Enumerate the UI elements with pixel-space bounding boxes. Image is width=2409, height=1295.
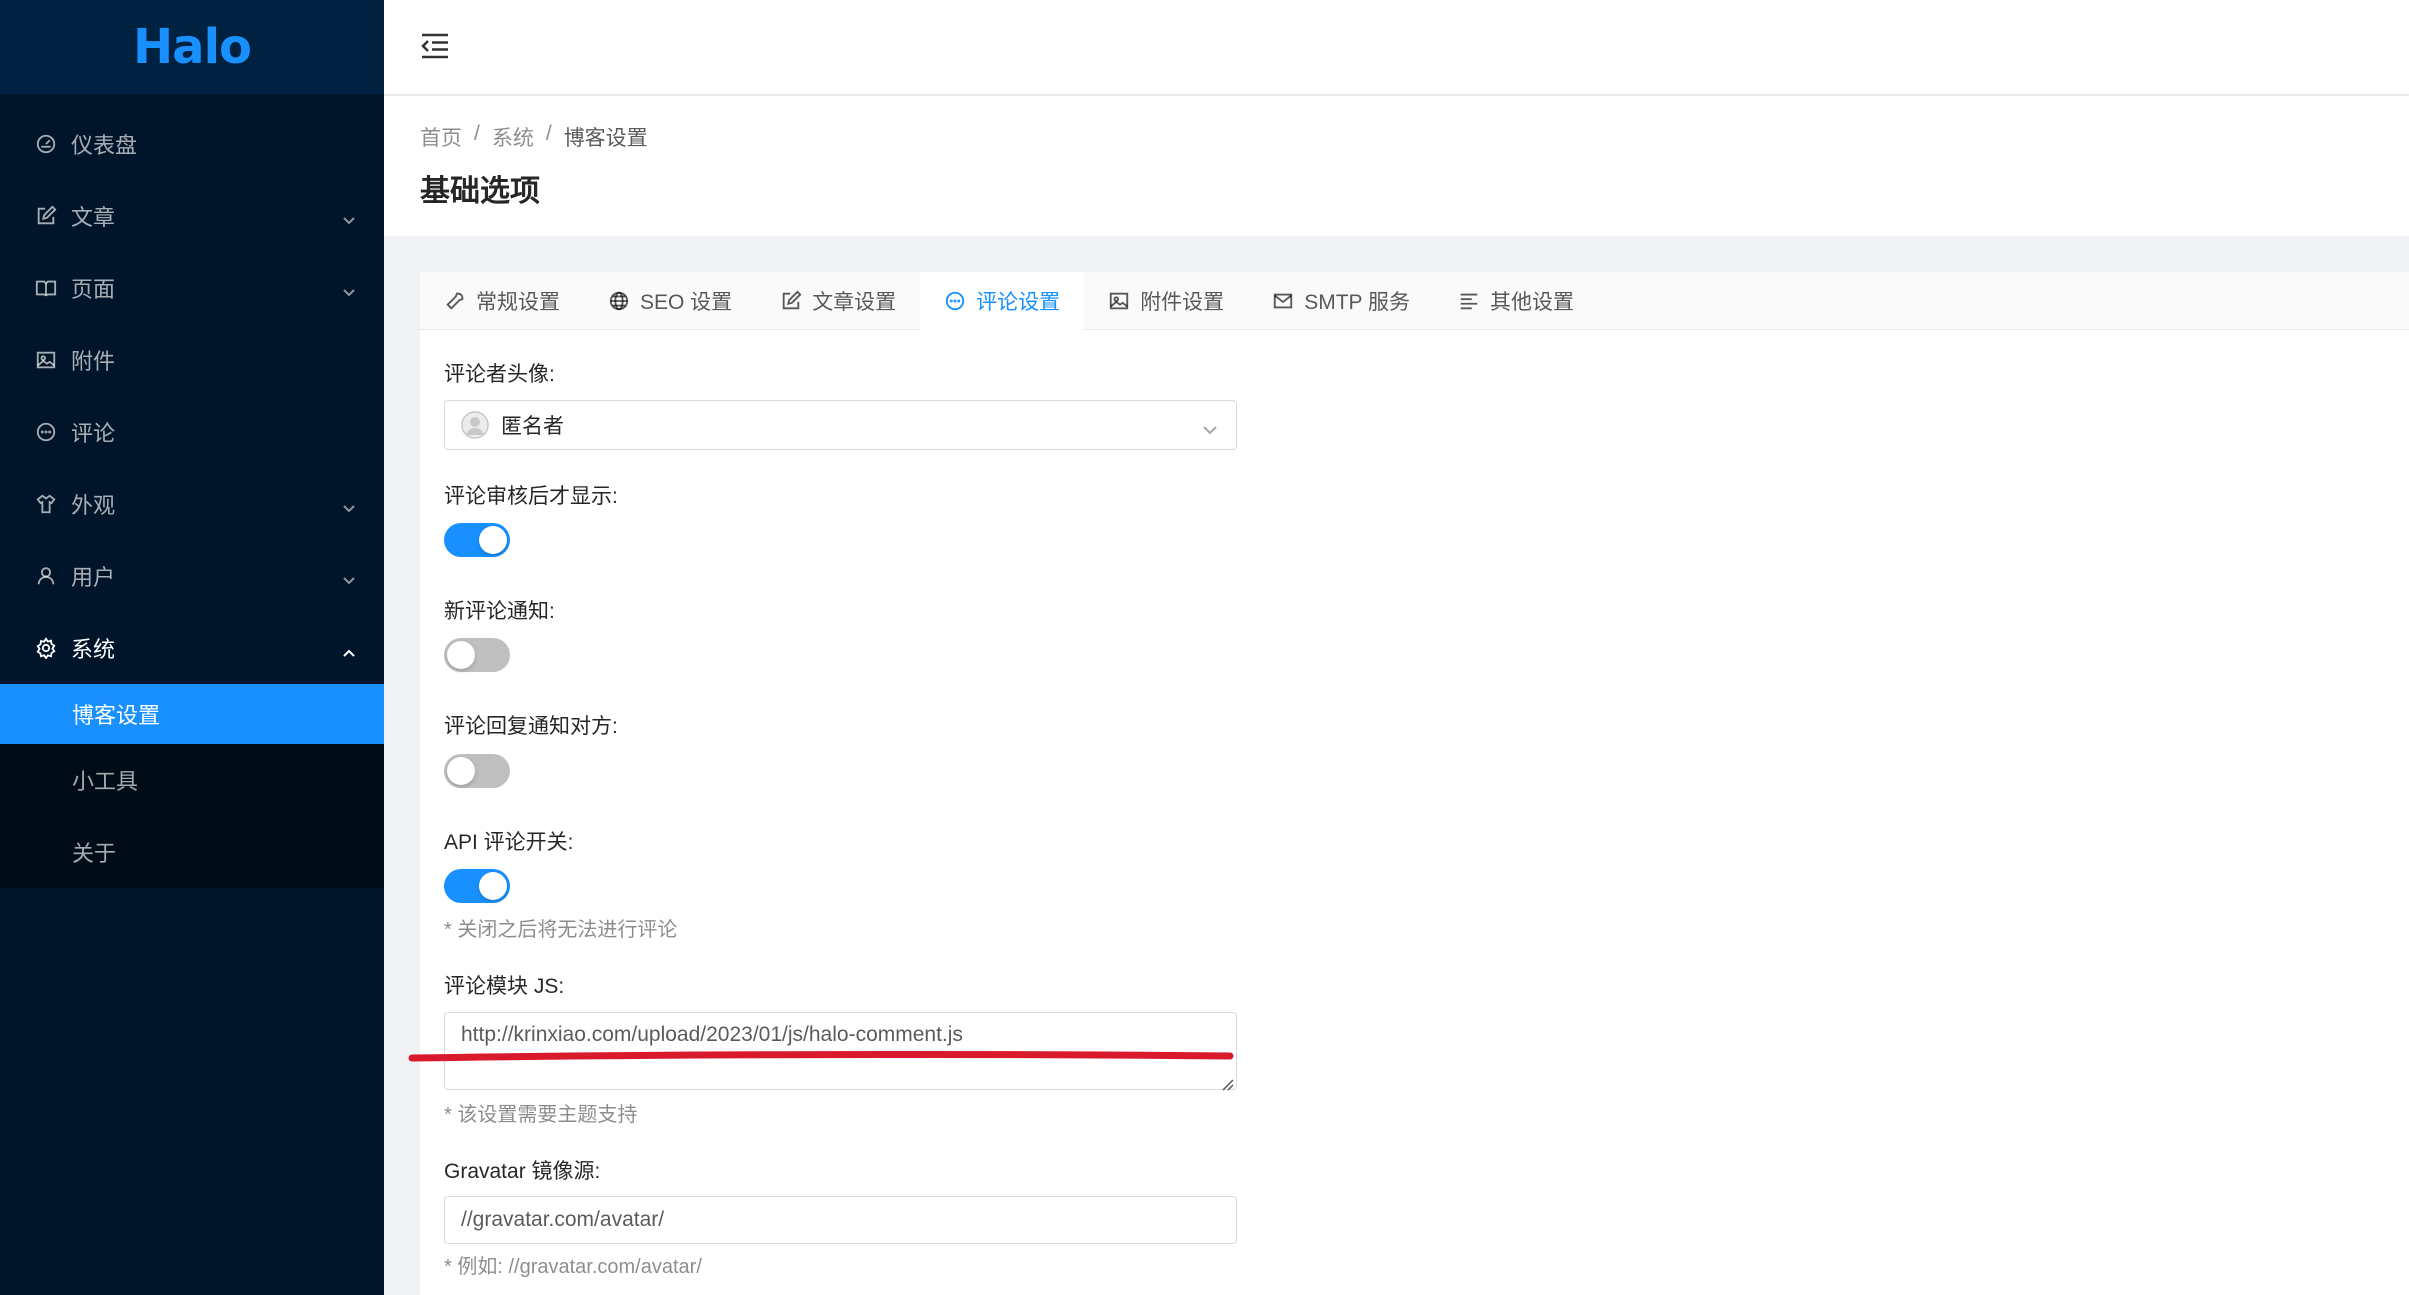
annotation-stroke	[408, 1051, 1234, 1062]
message-icon	[35, 421, 57, 443]
submenu-item-widgets[interactable]: 小工具	[0, 744, 384, 816]
user-icon	[35, 565, 57, 587]
sidebar-item-label: 用户	[71, 565, 116, 590]
tab-comments[interactable]: 评论设置	[920, 272, 1085, 330]
chevron-down-icon	[342, 208, 356, 234]
picture-icon	[35, 349, 57, 371]
tab-label: 其他设置	[1489, 291, 1574, 314]
sidebar-item-label: 系统	[71, 637, 116, 662]
edit-icon	[35, 205, 57, 227]
new-comment-notify-label: 新评论通知:	[444, 600, 555, 623]
api-comment-toggle[interactable]	[444, 869, 510, 903]
sidebar: Halo 仪表盘 文章 页面 附件 评论 外观 用户 系统 博客设置 小工具 关…	[0, 0, 384, 1295]
tab-smtp[interactable]: SMTP 服务	[1248, 272, 1434, 330]
sidebar-item-users[interactable]: 用户	[0, 540, 384, 612]
tab-seo[interactable]: SEO 设置	[584, 272, 756, 330]
review-toggle[interactable]	[444, 523, 510, 557]
tab-general[interactable]: 常规设置	[420, 272, 584, 330]
tab-label: 文章设置	[812, 291, 897, 314]
tab-label: 附件设置	[1140, 291, 1225, 314]
reply-notify-label: 评论回复通知对方:	[444, 715, 618, 738]
tool-icon	[446, 292, 464, 310]
settings-tabs: 常规设置 SEO 设置 文章设置 评论设置 附件设置 SMTP 服务 其他设置	[420, 272, 2409, 330]
comment-js-value: http://krinxiao.com/upload/2023/01/js/ha…	[461, 1023, 963, 1046]
api-comment-label: API 评论开关:	[444, 831, 574, 854]
gravatar-label: Gravatar 镜像源:	[444, 1160, 601, 1183]
tab-posts[interactable]: 文章设置	[756, 272, 920, 330]
gravatar-help: * 例如: //gravatar.com/avatar/	[444, 1256, 702, 1278]
sidebar-item-comments[interactable]: 评论	[0, 396, 384, 468]
gravatar-value: //gravatar.com/avatar/	[461, 1208, 665, 1231]
settings-card: 常规设置 SEO 设置 文章设置 评论设置 附件设置 SMTP 服务 其他设置 …	[420, 272, 2409, 1295]
sidebar-item-system[interactable]: 系统	[0, 612, 384, 684]
page-header: 首页 / 系统 / 博客设置 基础选项	[384, 96, 2409, 236]
sidebar-menu: 仪表盘 文章 页面 附件 评论 外观 用户 系统 博客设置 小工具 关于	[0, 94, 384, 888]
page-title: 基础选项	[420, 175, 540, 208]
anonymous-avatar-icon	[461, 411, 489, 439]
setting-icon	[35, 637, 57, 659]
chevron-down-icon	[342, 280, 356, 306]
breadcrumb-current: 博客设置	[563, 127, 648, 150]
red-underline-annotation	[408, 1051, 1234, 1065]
tab-label: SMTP 服务	[1304, 291, 1410, 314]
avatar-select[interactable]: 匿名者	[444, 400, 1237, 450]
sidebar-item-posts[interactable]: 文章	[0, 180, 384, 252]
resize-handle-icon[interactable]	[1220, 1073, 1234, 1091]
logo[interactable]: Halo	[0, 0, 384, 94]
api-comment-help: * 关闭之后将无法进行评论	[444, 919, 678, 941]
breadcrumb-separator: /	[474, 122, 480, 145]
tab-label: SEO 设置	[640, 291, 733, 314]
toggle-knob	[447, 757, 475, 785]
sidebar-item-label: 页面	[71, 277, 116, 302]
submenu-item-about[interactable]: 关于	[0, 816, 384, 888]
tab-label: 评论设置	[976, 291, 1061, 314]
mail-icon	[1274, 293, 1293, 309]
toggle-knob	[479, 872, 507, 900]
sidebar-item-label: 文章	[71, 205, 116, 230]
avatar-select-value: 匿名者	[501, 415, 564, 438]
review-label: 评论审核后才显示:	[444, 485, 618, 508]
form-icon	[782, 290, 802, 310]
breadcrumb: 首页 / 系统 / 博客设置	[420, 122, 648, 152]
tab-label: 常规设置	[476, 291, 560, 314]
sidebar-item-dashboard[interactable]: 仪表盘	[0, 108, 384, 180]
chevron-down-icon	[342, 496, 356, 522]
skin-icon	[35, 493, 57, 515]
top-header	[384, 0, 2409, 94]
comment-js-help: * 该设置需要主题支持	[444, 1104, 638, 1126]
sidebar-item-appearance[interactable]: 外观	[0, 468, 384, 540]
sidebar-item-label: 外观	[71, 493, 116, 518]
picture-icon	[1110, 292, 1129, 310]
menu-fold-icon[interactable]	[420, 32, 450, 60]
dashboard-icon	[35, 133, 57, 155]
sidebar-item-label: 评论	[71, 421, 116, 446]
global-icon	[609, 291, 629, 311]
breadcrumb-system[interactable]: 系统	[492, 122, 534, 152]
reply-notify-toggle[interactable]	[444, 754, 510, 788]
sidebar-item-label: 仪表盘	[71, 133, 138, 158]
new-comment-notify-toggle[interactable]	[444, 638, 510, 672]
comment-js-label: 评论模块 JS:	[444, 975, 565, 998]
avatar-label: 评论者头像:	[444, 363, 555, 386]
align-left-icon	[1460, 293, 1478, 310]
tab-other[interactable]: 其他设置	[1434, 272, 1598, 330]
toggle-knob	[447, 641, 475, 669]
sidebar-item-label: 附件	[71, 349, 116, 374]
sidebar-item-pages[interactable]: 页面	[0, 252, 384, 324]
toggle-knob	[479, 526, 507, 554]
gravatar-input[interactable]: //gravatar.com/avatar/	[444, 1196, 1237, 1244]
read-icon	[35, 277, 57, 299]
logo-text: Halo	[133, 19, 252, 75]
chevron-down-icon	[342, 568, 356, 594]
sidebar-item-attachments[interactable]: 附件	[0, 324, 384, 396]
chevron-up-icon	[342, 640, 356, 666]
submenu-item-blog-settings[interactable]: 博客设置	[0, 684, 384, 744]
system-submenu: 博客设置 小工具 关于	[0, 684, 384, 888]
breadcrumb-separator: /	[545, 122, 552, 145]
message-icon	[946, 291, 965, 311]
tab-attachments[interactable]: 附件设置	[1084, 272, 1248, 330]
breadcrumb-home[interactable]: 首页	[420, 122, 462, 152]
chevron-down-icon	[1202, 419, 1218, 443]
